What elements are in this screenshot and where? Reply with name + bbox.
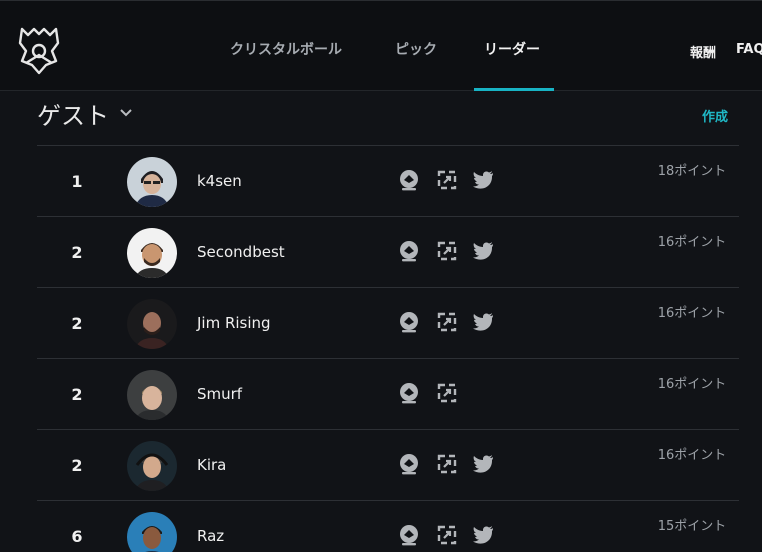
leaderboard-category-dropdown[interactable]: ゲスト (37, 96, 109, 131)
share-icon[interactable] (435, 168, 459, 192)
rank-number: 2 (71, 385, 83, 404)
player-name[interactable]: Jim Rising (197, 314, 271, 332)
leaderboard-row[interactable]: 2 Secondbest 16ポイント (37, 216, 739, 287)
nav-link-rewards[interactable]: 報酬 (690, 42, 716, 61)
player-points: 18ポイント (657, 164, 727, 179)
player-points: 16ポイント (657, 306, 727, 321)
active-tab-indicator (474, 88, 554, 91)
chevron-down-icon[interactable] (119, 108, 133, 118)
leaderboard-row[interactable]: 2 Kira 16ポイント (37, 429, 739, 500)
rank-number: 1 (71, 172, 83, 191)
profile-pick-icon[interactable] (397, 381, 421, 405)
share-icon[interactable] (435, 452, 459, 476)
nav-tab-picks[interactable]: ピック (395, 39, 437, 59)
player-name[interactable]: Kira (197, 456, 226, 474)
player-avatar (127, 157, 177, 207)
player-name[interactable]: k4sen (197, 172, 242, 190)
share-icon[interactable] (435, 310, 459, 334)
player-avatar (127, 299, 177, 349)
twitter-icon[interactable] (471, 452, 495, 476)
share-icon[interactable] (435, 239, 459, 263)
player-name[interactable]: Secondbest (197, 243, 285, 261)
twitter-icon[interactable] (471, 523, 495, 547)
leaderboard-row[interactable]: 1 k4sen 18ポイント (37, 145, 739, 216)
player-avatar (127, 441, 177, 491)
player-avatar (127, 228, 177, 278)
leaderboard-row[interactable]: 6 Raz 15ポイント (37, 500, 739, 552)
player-name[interactable]: Raz (197, 527, 224, 545)
leaderboard-row[interactable]: 2 Jim Rising 16ポイント (37, 287, 739, 358)
leaderboard-row[interactable]: 2 Smurf 16ポイント (37, 358, 739, 429)
nav-tab-leaderboard[interactable]: リーダー (484, 39, 540, 59)
player-points: 16ポイント (657, 235, 727, 250)
rank-number: 2 (71, 243, 83, 262)
top-navigation: クリスタルボール ピック リーダー 報酬 FAQ (0, 0, 762, 91)
worlds-logo-icon[interactable] (16, 25, 62, 75)
leaderboard-list: 1 k4sen 18ポイント 2 Secondbest 16ポイント 2 Jim… (37, 145, 739, 552)
player-points: 16ポイント (657, 448, 727, 463)
player-points: 15ポイント (657, 519, 727, 534)
player-points: 16ポイント (657, 377, 727, 392)
player-avatar (127, 370, 177, 420)
share-icon[interactable] (435, 381, 459, 405)
rank-number: 2 (71, 314, 83, 333)
profile-pick-icon[interactable] (397, 310, 421, 334)
twitter-icon[interactable] (471, 168, 495, 192)
profile-pick-icon[interactable] (397, 168, 421, 192)
profile-pick-icon[interactable] (397, 523, 421, 547)
nav-tab-crystal-ball[interactable]: クリスタルボール (230, 39, 342, 59)
profile-pick-icon[interactable] (397, 239, 421, 263)
create-button[interactable]: 作成 (702, 106, 728, 125)
twitter-icon[interactable] (471, 310, 495, 334)
twitter-icon[interactable] (471, 239, 495, 263)
share-icon[interactable] (435, 523, 459, 547)
profile-pick-icon[interactable] (397, 452, 421, 476)
player-avatar (127, 512, 177, 552)
player-name[interactable]: Smurf (197, 385, 242, 403)
nav-link-faq[interactable]: FAQ (736, 42, 762, 57)
rank-number: 6 (71, 527, 83, 546)
rank-number: 2 (71, 456, 83, 475)
